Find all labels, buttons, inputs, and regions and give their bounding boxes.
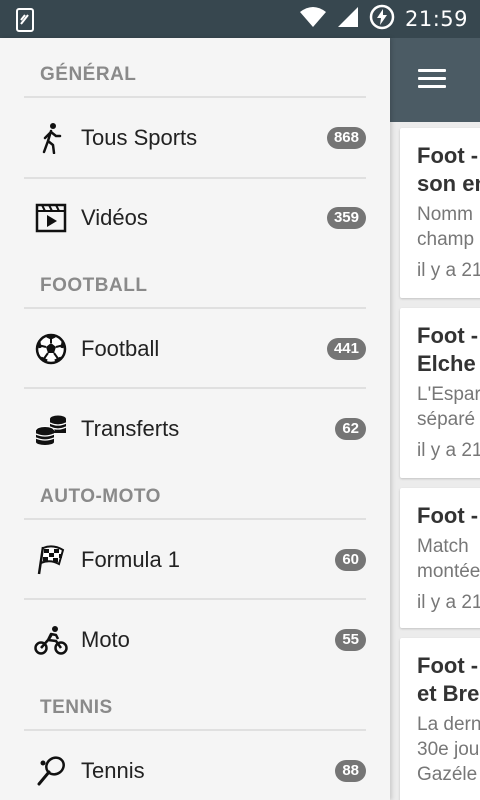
- divider: [24, 307, 366, 309]
- card-text: montée: [417, 561, 480, 582]
- count-badge: 441: [326, 338, 366, 360]
- card-text: champ: [417, 229, 475, 250]
- card-text: Match: [417, 536, 469, 557]
- clock: 21:59: [404, 7, 468, 31]
- card-title: Elche: [417, 351, 476, 376]
- news-card[interactable]: Foot - Match montée il y a 21: [400, 488, 480, 628]
- drawer-item-tous-sports[interactable]: Tous Sports 868: [0, 99, 390, 177]
- news-card[interactable]: Foot - Elche L'Espar séparé il y a 21: [400, 308, 480, 478]
- card-text: séparé: [417, 409, 476, 430]
- drawer-item-transferts[interactable]: Transferts 62: [0, 390, 390, 468]
- divider: [24, 598, 366, 600]
- card-title: et Bre: [417, 681, 480, 706]
- news-card[interactable]: Foot - et Bre La dern 30e jou Gazéle: [400, 638, 480, 800]
- app-toolbar: [390, 38, 480, 122]
- divider: [24, 729, 366, 731]
- drawer-item-tennis[interactable]: Tennis 88: [0, 732, 390, 800]
- soccer-ball-icon: [34, 332, 68, 366]
- drawer-item-label: Moto: [81, 627, 130, 652]
- card-title: son en: [417, 171, 480, 196]
- count-badge: 60: [335, 549, 366, 571]
- menu-icon[interactable]: [418, 69, 446, 89]
- section-header-general: GÉNÉRAL: [40, 64, 137, 85]
- motorbike-icon: [34, 623, 68, 657]
- tennis-racket-icon: [34, 754, 68, 788]
- wifi-icon: [299, 6, 327, 33]
- card-text: L'Espar: [417, 384, 480, 405]
- walking-person-icon: [34, 121, 68, 155]
- video-play-icon: [34, 201, 68, 235]
- cell-signal-icon: [337, 6, 359, 33]
- phone-notification-icon: [16, 8, 34, 37]
- navigation-drawer: GÉNÉRAL Tous Sports 868 Vidéos 359 FOOTB…: [0, 38, 390, 800]
- count-badge: 55: [335, 629, 366, 651]
- section-header-tennis: TENNIS: [40, 697, 113, 718]
- status-bar: 21:59: [0, 0, 480, 38]
- card-title: Foot -: [417, 653, 479, 678]
- drawer-item-label: Tennis: [81, 758, 145, 783]
- section-header-football: FOOTBALL: [40, 275, 148, 296]
- card-time: il y a 21: [417, 260, 480, 281]
- card-title: Foot -: [417, 323, 479, 348]
- card-title: Foot -: [417, 143, 479, 168]
- card-title: Foot -: [417, 503, 479, 528]
- divider: [24, 518, 366, 520]
- drawer-item-label: Tous Sports: [81, 125, 198, 150]
- drawer-item-videos[interactable]: Vidéos 359: [0, 179, 390, 257]
- news-feed: Foot - son en Nomm champ il y a 21 Foot …: [390, 38, 480, 800]
- card-text: Nomm: [417, 204, 473, 225]
- drawer-item-label: Vidéos: [81, 205, 148, 230]
- card-text: 30e jou: [417, 739, 480, 760]
- card-time: il y a 21: [417, 440, 480, 461]
- card-text: Gazéle: [417, 764, 478, 785]
- drawer-item-label: Formula 1: [81, 547, 181, 572]
- drawer-item-moto[interactable]: Moto 55: [0, 601, 390, 679]
- divider: [24, 387, 366, 389]
- section-header-auto-moto: AUTO-MOTO: [40, 486, 161, 507]
- coins-icon: [34, 412, 68, 446]
- checkered-flag-icon: [34, 543, 68, 577]
- drawer-item-formula-1[interactable]: Formula 1 60: [0, 521, 390, 599]
- news-card[interactable]: Foot - son en Nomm champ il y a 21: [400, 128, 480, 298]
- card-text: La dern: [417, 714, 480, 735]
- battery-charging-icon: [369, 4, 395, 35]
- count-badge: 359: [326, 207, 366, 229]
- count-badge: 88: [335, 760, 366, 782]
- count-badge: 868: [326, 127, 366, 149]
- divider: [24, 96, 366, 98]
- drawer-item-football[interactable]: Football 441: [0, 310, 390, 388]
- count-badge: 62: [335, 418, 366, 440]
- drawer-item-label: Transferts: [81, 416, 180, 441]
- card-time: il y a 21: [417, 592, 480, 613]
- drawer-item-label: Football: [81, 336, 160, 361]
